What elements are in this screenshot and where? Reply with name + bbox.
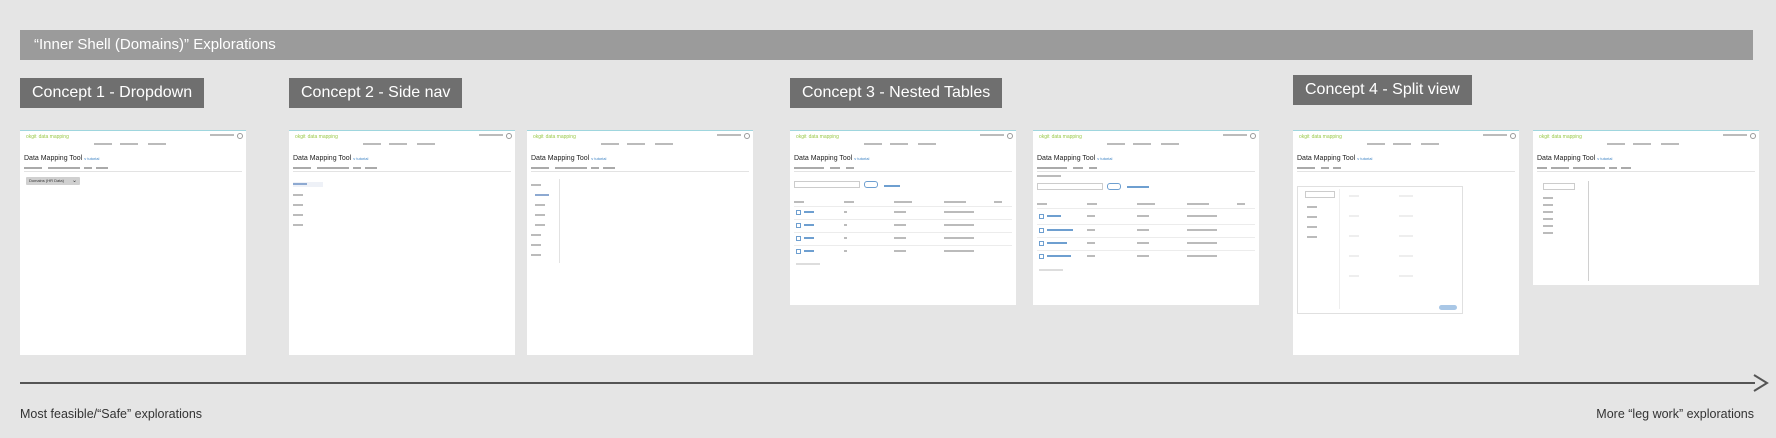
mockup-logo: okgit data mapping — [26, 134, 69, 140]
mockup-page-title: Data Mapping Tool v tutorial — [24, 155, 100, 162]
concept-3-label: Concept 3 - Nested Tables — [790, 78, 1003, 108]
feasibility-axis-line — [20, 382, 1755, 384]
concept-4b-mockup: okgit data mapping Data Mapping Tool v tut… — [1533, 130, 1759, 285]
explorations-banner: “Inner Shell (Domains)” Explorations — [20, 30, 1753, 60]
axis-right-label: More “leg work” explorations — [1596, 407, 1754, 421]
concept-2-label: Concept 2 - Side nav — [289, 78, 463, 108]
concept-2a-mockup: okgit data mapping Data Mapping Tool v tut… — [289, 130, 515, 355]
axis-left-label: Most feasible/“Safe” explorations — [20, 407, 203, 421]
concept-1-mockup: okgit data mapping Data Mapping Tool v tut… — [20, 130, 246, 355]
concept-1-label: Concept 1 - Dropdown — [20, 78, 205, 108]
chevron-down-icon: ⌄ — [71, 178, 77, 184]
arrow-right-icon — [1753, 374, 1769, 392]
concept-4-label: Concept 4 - Split view — [1293, 75, 1472, 105]
concept-4a-mockup: okgit data mapping Data Mapping Tool v tut… — [1293, 130, 1519, 355]
concept-3b-mockup: okgit data mapping Data Mapping Tool v tut… — [1033, 130, 1259, 305]
concept-3a-mockup: okgit data mapping Data Mapping Tool v tut… — [790, 130, 1016, 305]
concept-2b-mockup: okgit data mapping Data Mapping Tool v tut… — [527, 130, 753, 355]
domain-dropdown: Domains (HR Data) ⌄ — [26, 177, 80, 185]
settings-icon — [237, 133, 243, 139]
